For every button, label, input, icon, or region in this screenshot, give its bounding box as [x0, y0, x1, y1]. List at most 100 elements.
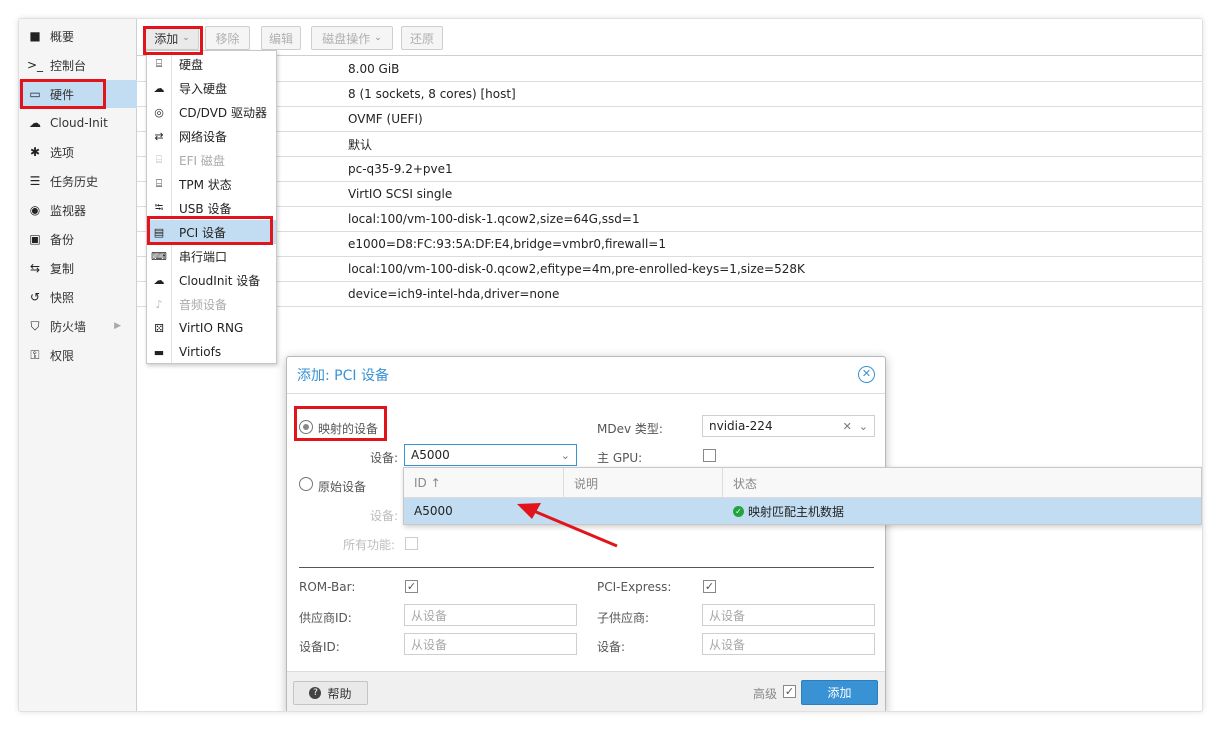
annotation-arrow — [517, 503, 618, 548]
device-label: 设备: — [370, 451, 399, 465]
menu-item-1[interactable]: ☁ 导入硬盘 — [147, 76, 276, 100]
menu-item-label: 导入硬盘 — [179, 81, 228, 96]
hdd-icon: ⌸ — [155, 57, 163, 70]
annotation-arrow-line — [528, 507, 618, 548]
table-row[interactable]: local:100/vm-100-disk-1.qcow2,size=64G,s… — [137, 207, 1202, 232]
keyboard-icon: ⌨ — [151, 249, 167, 263]
menu-item-10: ♪ 音频设备 — [147, 292, 276, 316]
menu-item-9[interactable]: ☁ CloudInit 设备 — [147, 268, 276, 292]
pcie-checkbox[interactable]: ✓ — [703, 580, 716, 593]
disk-action-button[interactable]: 磁盘操作 ⌄ — [311, 26, 393, 50]
table-row[interactable]: e1000=D8:FC:93:5A:DF:E4,bridge=vmbr0,fir… — [137, 232, 1202, 257]
mapped-device-radio[interactable] — [299, 420, 313, 434]
primary-gpu-checkbox[interactable] — [703, 449, 716, 462]
menu-item-label: CD/DVD 驱动器 — [179, 105, 267, 120]
device-id-input[interactable]: 从设备 — [404, 633, 577, 655]
raw-device-radio[interactable] — [299, 477, 313, 491]
all-functions-label: 所有功能: — [343, 538, 396, 552]
volume-icon: ♪ — [155, 297, 163, 311]
menu-item-label: CloudInit 设备 — [179, 273, 261, 288]
menu-item-label: VirtIO RNG — [179, 321, 244, 335]
mdev-type-select[interactable]: nvidia-224 ✕ ⌄ — [702, 415, 875, 437]
mdev-type-value: nvidia-224 — [709, 419, 773, 433]
rombar-checkbox[interactable]: ✓ — [405, 580, 418, 593]
menu-item-label: Virtiofs — [179, 345, 222, 359]
subdevice-input[interactable]: 从设备 — [702, 633, 875, 655]
table-row[interactable]: local:100/vm-100-disk-0.qcow2,efitype=4m… — [137, 257, 1202, 282]
folder-icon: ▬ — [153, 345, 165, 359]
sidebar-item-2[interactable]: ▭ 硬件 — [19, 80, 137, 108]
dialog-title: 添加: PCI 设备 — [297, 368, 389, 384]
revert-button[interactable]: 还原 — [401, 26, 443, 50]
row-value: pc-q35-9.2+pve1 — [348, 162, 453, 176]
rombar-label: ROM-Bar: — [299, 580, 356, 594]
menu-item-label: EFI 磁盘 — [179, 153, 225, 168]
sidebar-item-label: 硬件 — [50, 87, 75, 102]
sidebar-item-6[interactable]: ◉ 监视器 — [19, 196, 137, 224]
table-row[interactable]: VirtIO SCSI single — [137, 182, 1202, 207]
table-row[interactable]: 8 (1 sockets, 8 cores) [host] — [137, 82, 1202, 107]
dialog-add-button[interactable]: 添加 — [801, 680, 878, 705]
menu-item-5[interactable]: ⌸ TPM 状态 — [147, 172, 276, 196]
sidebar-item-5[interactable]: ☰ 任务历史 — [19, 167, 137, 195]
device-row-id: A5000 — [414, 504, 453, 518]
all-functions-checkbox[interactable] — [405, 537, 418, 550]
shield-icon: ⛉ — [30, 318, 40, 333]
sidebar-item-label: 防火墙 — [50, 319, 87, 334]
column-status[interactable]: 状态 — [723, 468, 1201, 498]
revert-button-label: 还原 — [409, 31, 434, 46]
app-window: ■ 概要 >_ 控制台 ▭ 硬件 ☁ Cloud-Init ✱ 选项 ☰ 任务历史 ◉ 监视器 ▣ 备份 ⇆ 复制… — [18, 18, 1203, 712]
table-row[interactable]: 8.00 GiB — [137, 57, 1202, 82]
menu-item-3[interactable]: ⇄ 网络设备 — [147, 124, 276, 148]
pci-card-icon: ▤ — [153, 225, 165, 239]
close-icon[interactable]: ✕ — [858, 366, 875, 383]
sidebar-item-9[interactable]: ↺ 快照 — [19, 283, 137, 311]
menu-item-11[interactable]: ⚄ VirtIO RNG — [147, 316, 276, 340]
sidebar-item-3[interactable]: ☁ Cloud-Init — [19, 109, 137, 137]
sidebar-item-label: Cloud-Init — [50, 116, 108, 130]
subvendor-input[interactable]: 从设备 — [702, 604, 875, 626]
sidebar-item-11[interactable]: ⚿ 权限 — [19, 341, 137, 369]
pcie-label: PCI-Express: — [597, 580, 672, 594]
subvendor-label: 子供应商: — [597, 611, 650, 625]
toolbar: 添加 ⌄ 移除 编辑 磁盘操作 ⌄ 还原 — [137, 19, 1202, 56]
row-value: device=ich9-intel-hda,driver=none — [348, 287, 560, 301]
raw-device-field-label: 设备: — [370, 509, 399, 523]
device-id-placeholder: 从设备 — [411, 637, 448, 652]
sidebar-item-7[interactable]: ▣ 备份 — [19, 225, 137, 253]
table-row[interactable]: 默认 — [137, 132, 1202, 157]
book-icon: ■ — [29, 29, 41, 43]
sidebar-item-10[interactable]: ⛉ 防火墙 ▶ — [19, 312, 137, 340]
menu-item-label: 串行端口 — [179, 249, 228, 264]
edit-button[interactable]: 编辑 — [261, 26, 301, 50]
expand-arrow-icon[interactable]: ▶ — [114, 321, 121, 331]
add-button[interactable]: 添加 ⌄ — [145, 26, 199, 50]
table-row[interactable]: device=ich9-intel-hda,driver=none — [137, 282, 1202, 307]
sidebar-item-0[interactable]: ■ 概要 — [19, 22, 137, 50]
check-circle-icon: ✓ — [733, 505, 744, 517]
table-row[interactable]: OVMF (UEFI) — [137, 107, 1202, 132]
sidebar-item-label: 概要 — [50, 29, 75, 44]
vendor-id-input[interactable]: 从设备 — [404, 604, 577, 626]
menu-item-2[interactable]: ◎ CD/DVD 驱动器 — [147, 100, 276, 124]
device-select[interactable]: A5000 ⌄ — [404, 444, 577, 466]
menu-item-6[interactable]: ⭾ USB 设备 — [147, 196, 276, 220]
sidebar-item-8[interactable]: ⇆ 复制 — [19, 254, 137, 282]
sidebar-item-label: 快照 — [50, 290, 75, 305]
sidebar-item-label: 监视器 — [50, 203, 87, 218]
menu-item-0[interactable]: ⌸ 硬盘 — [147, 52, 276, 76]
menu-item-12[interactable]: ▬ Virtiofs — [147, 340, 276, 364]
edit-button-label: 编辑 — [268, 31, 293, 46]
table-row[interactable]: pc-q35-9.2+pve1 — [137, 157, 1202, 182]
dialog-footer: ? 帮助 高级 ✓ 添加 — [287, 671, 885, 711]
help-button[interactable]: ? 帮助 — [293, 681, 368, 705]
advanced-checkbox[interactable]: ✓ — [783, 685, 796, 698]
remove-button[interactable]: 移除 — [205, 26, 250, 50]
menu-item-8[interactable]: ⌨ 串行端口 — [147, 244, 276, 268]
sidebar-item-label: 控制台 — [50, 58, 87, 73]
sidebar-item-1[interactable]: >_ 控制台 — [19, 51, 137, 79]
menu-item-7[interactable]: ▤ PCI 设备 — [147, 220, 276, 244]
subdevice-label: 设备: — [597, 640, 626, 654]
sidebar-item-4[interactable]: ✱ 选项 — [19, 138, 137, 166]
unlock-icon: ⚿ — [30, 347, 40, 362]
